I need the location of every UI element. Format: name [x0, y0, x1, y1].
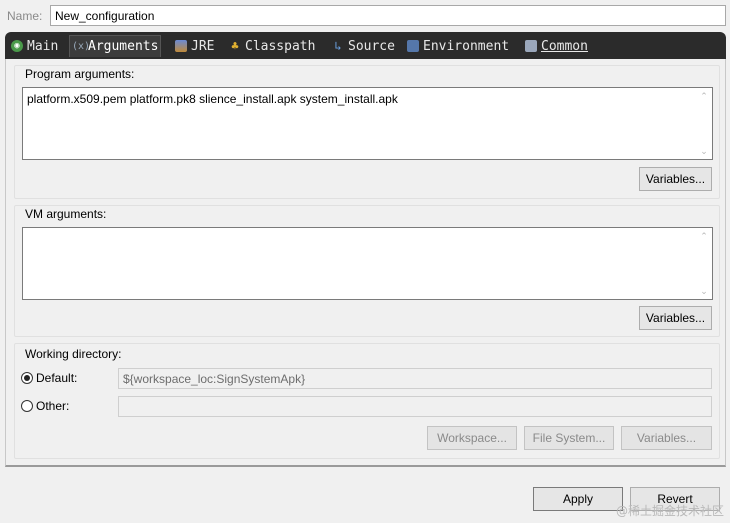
file-system-button[interactable]: File System... [524, 426, 614, 450]
other-radio-row[interactable]: Other: [21, 399, 69, 413]
scroll-down-icon[interactable]: ⌄ [699, 286, 709, 296]
default-radio-row[interactable]: Default: [21, 371, 77, 385]
tab-main-label: Main [27, 38, 59, 54]
tab-environment-label: Environment [423, 38, 510, 54]
tab-jre[interactable]: JRE [173, 35, 216, 57]
default-label: Default: [36, 371, 78, 385]
vm-arguments-group: VM arguments: ⌃ ⌄ Variables... [14, 205, 720, 337]
tab-common-label: Common [541, 38, 588, 54]
tab-arguments-label: Arguments [88, 39, 159, 54]
classpath-icon: ♣ [231, 39, 239, 53]
tab-arguments[interactable]: (x) Arguments [69, 35, 162, 57]
tab-classpath[interactable]: ♣ Classpath [227, 35, 317, 57]
common-icon [525, 40, 537, 52]
tab-source[interactable]: ↳ Source [330, 35, 397, 57]
tab-classpath-label: Classpath [245, 38, 316, 54]
program-arguments-scrollbar[interactable]: ⌃ ⌄ [699, 91, 709, 156]
main-icon: ◉ [11, 40, 23, 52]
other-radio[interactable] [21, 400, 33, 412]
jre-icon [175, 40, 187, 52]
scroll-up-icon[interactable]: ⌃ [699, 231, 709, 241]
tab-common[interactable]: Common [523, 35, 590, 57]
vm-variables-button[interactable]: Variables... [639, 306, 712, 330]
program-arguments-group: Program arguments: platform.x509.pem pla… [14, 65, 720, 199]
program-arguments-title: Program arguments: [23, 67, 137, 81]
program-variables-button[interactable]: Variables... [639, 167, 712, 191]
working-directory-title: Working directory: [23, 347, 124, 361]
other-label: Other: [36, 399, 70, 413]
tab-main[interactable]: ◉ Main [9, 35, 60, 57]
tab-jre-label: JRE [191, 38, 215, 54]
working-directory-group: Working directory: Default: ${workspace_… [14, 343, 720, 459]
arguments-panel: Program arguments: platform.x509.pem pla… [5, 59, 726, 467]
workspace-button[interactable]: Workspace... [427, 426, 517, 450]
vm-arguments-title: VM arguments: [23, 207, 109, 221]
arguments-icon: (x) [72, 40, 91, 52]
scroll-up-icon[interactable]: ⌃ [699, 91, 709, 101]
vm-arguments-textarea[interactable]: ⌃ ⌄ [22, 227, 713, 300]
default-radio[interactable] [21, 372, 33, 384]
apply-button[interactable]: Apply [533, 487, 623, 511]
vm-arguments-scrollbar[interactable]: ⌃ ⌄ [699, 231, 709, 296]
tab-source-label: Source [348, 38, 395, 54]
source-icon: ↳ [334, 39, 342, 53]
scroll-down-icon[interactable]: ⌄ [699, 146, 709, 156]
watermark: @稀土掘金技术社区 [615, 504, 724, 518]
name-input[interactable]: New_configuration [50, 5, 726, 26]
name-row: Name: New_configuration [6, 5, 726, 27]
tab-bar: ◉ Main (x) Arguments JRE ♣ Classpath ↳ S… [5, 32, 726, 59]
default-directory-field: ${workspace_loc:SignSystemApk} [118, 368, 712, 389]
program-arguments-text: platform.x509.pem platform.pk8 slience_i… [27, 92, 398, 106]
name-label: Name: [7, 9, 43, 23]
working-variables-button[interactable]: Variables... [621, 426, 712, 450]
program-arguments-textarea[interactable]: platform.x509.pem platform.pk8 slience_i… [22, 87, 713, 160]
tab-environment[interactable]: Environment [405, 35, 511, 57]
environment-icon [407, 40, 419, 52]
other-directory-field[interactable] [118, 396, 712, 417]
